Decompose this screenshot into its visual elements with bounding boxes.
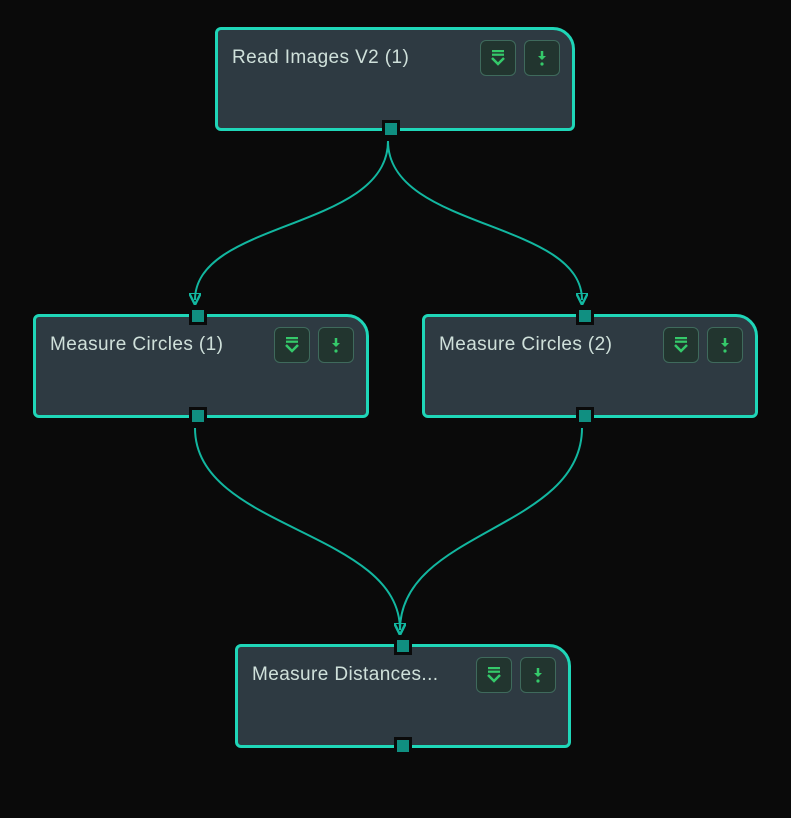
expand-all-button[interactable] — [480, 40, 516, 76]
node-measure-circles-1[interactable]: Measure Circles (1) — [33, 314, 369, 418]
download-button[interactable] — [318, 327, 354, 363]
node-graph-canvas[interactable]: Read Images V2 (1) — [0, 0, 791, 818]
download-icon — [529, 666, 547, 684]
node-read-images-v2-1[interactable]: Read Images V2 (1) — [215, 27, 575, 131]
download-icon — [533, 49, 551, 67]
expand-all-icon — [283, 336, 301, 354]
download-icon — [327, 336, 345, 354]
download-button[interactable] — [524, 40, 560, 76]
input-port[interactable] — [189, 307, 207, 325]
output-port[interactable] — [576, 407, 594, 425]
expand-all-button[interactable] — [663, 327, 699, 363]
expand-all-icon — [672, 336, 690, 354]
expand-all-button[interactable] — [476, 657, 512, 693]
expand-all-icon — [489, 49, 507, 67]
download-button[interactable] — [520, 657, 556, 693]
edge — [388, 141, 582, 300]
edge — [400, 428, 582, 630]
download-icon — [716, 336, 734, 354]
output-port[interactable] — [394, 737, 412, 755]
output-port[interactable] — [189, 407, 207, 425]
download-button[interactable] — [707, 327, 743, 363]
expand-all-button[interactable] — [274, 327, 310, 363]
node-title: Measure Distances... — [252, 664, 468, 686]
node-measure-distances[interactable]: Measure Distances... — [235, 644, 571, 748]
output-port[interactable] — [382, 120, 400, 138]
node-measure-circles-2[interactable]: Measure Circles (2) — [422, 314, 758, 418]
node-title: Measure Circles (2) — [439, 334, 655, 356]
expand-all-icon — [485, 666, 503, 684]
edge — [195, 141, 388, 300]
input-port[interactable] — [576, 307, 594, 325]
node-title: Read Images V2 (1) — [232, 47, 472, 69]
node-title: Measure Circles (1) — [50, 334, 266, 356]
edge — [195, 428, 400, 630]
input-port[interactable] — [394, 637, 412, 655]
